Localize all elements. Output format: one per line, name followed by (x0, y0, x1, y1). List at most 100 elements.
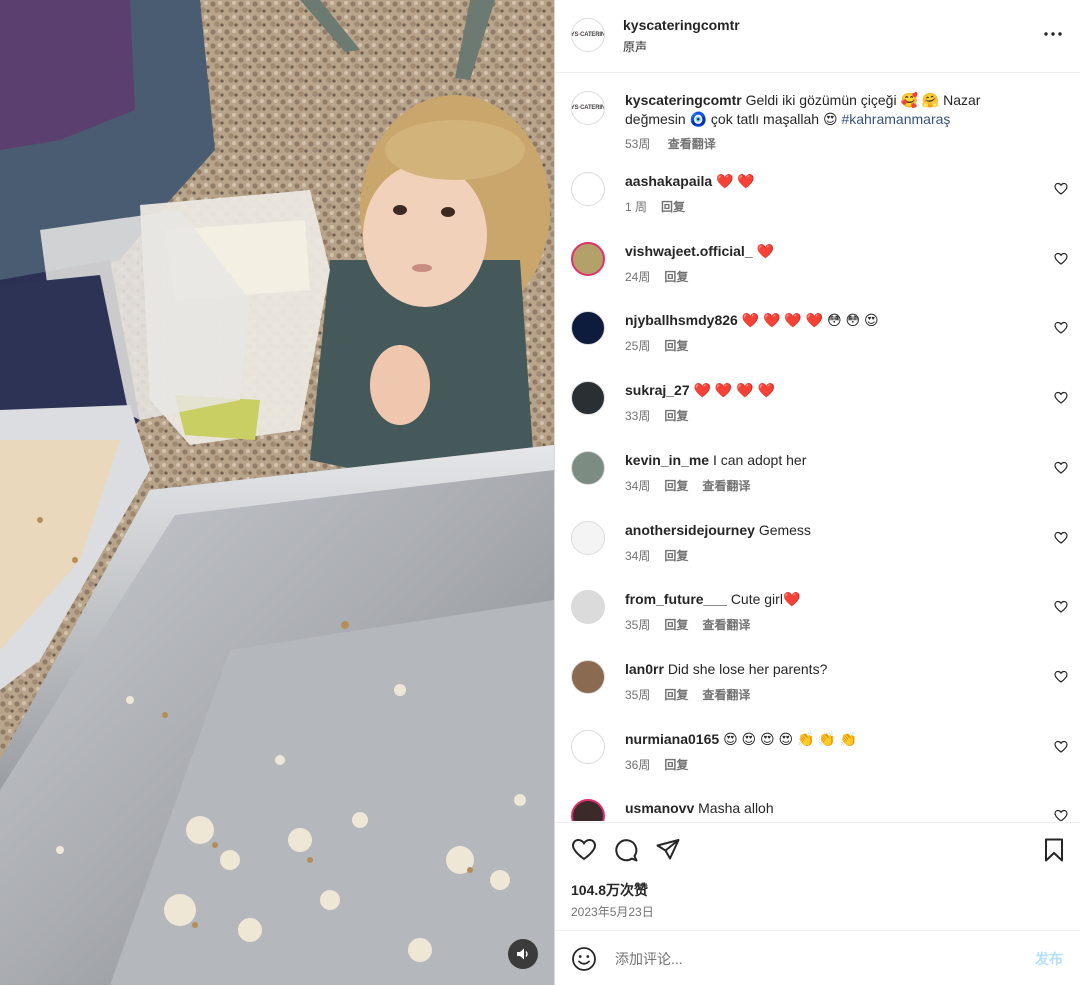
commenter-avatar[interactable] (571, 659, 605, 694)
comment-time[interactable]: 35周 (625, 688, 650, 702)
hashtag-link[interactable]: #kahramanmaraş (841, 111, 950, 127)
reply-link[interactable]: 回复 (664, 758, 688, 772)
commenter-avatar[interactable] (571, 311, 605, 346)
reply-link[interactable]: 回复 (664, 270, 688, 284)
like-heart-icon[interactable] (571, 837, 597, 863)
author-avatar[interactable]: KYS·CATERING (571, 18, 605, 52)
original-audio-link[interactable]: 原声 (623, 38, 647, 55)
post-video[interactable] (0, 0, 554, 985)
comment-username[interactable]: sukraj_27 (625, 382, 690, 398)
comment-username[interactable]: njyballhsmdy826 (625, 312, 738, 328)
comment-like-heart-icon[interactable] (1054, 391, 1068, 405)
comment-meta: 35周 回复 查看翻译 (625, 686, 764, 703)
comment-text: aashakapaila ❤️ ❤️ (625, 172, 1025, 191)
post-date: 2023年5月23日 (571, 905, 654, 919)
reply-link[interactable]: 回复 (664, 409, 688, 423)
post-detail-panel: KYS·CATERING kyscateringcomtr 原声 KYS·CAT… (554, 0, 1080, 985)
reply-link[interactable]: 回复 (664, 549, 688, 563)
comment-row: vishwajeet.official_ ❤️ 24周 回复 (571, 241, 1068, 302)
emoji-smiley-icon[interactable] (571, 946, 597, 972)
comment-time[interactable]: 35周 (625, 618, 650, 632)
translate-link[interactable]: 查看翻译 (702, 618, 750, 632)
comment-bubble-icon[interactable] (613, 837, 639, 863)
comment-row: nurmiana0165 😍 😍 😍 😍 👏 👏 👏 36周 回复 (571, 729, 1068, 790)
comment-input[interactable] (613, 943, 1007, 975)
translate-link[interactable]: 查看翻译 (702, 479, 750, 493)
comment-meta: 1 周回复 (625, 198, 699, 215)
reply-link[interactable]: 回复 (664, 688, 688, 702)
comment-time[interactable]: 25周 (625, 339, 650, 353)
reply-link[interactable]: 回复 (664, 618, 688, 632)
kys-logo-icon: KYS·CATERING (571, 32, 605, 38)
more-options-icon[interactable] (1043, 24, 1063, 44)
comment-username[interactable]: from_future___ (625, 591, 727, 607)
comment-body: ❤️ ❤️ ❤️ ❤️ 😳 😳 😍 (741, 312, 879, 329)
audio-mute-button[interactable] (508, 939, 538, 969)
comment-row: aashakapaila ❤️ ❤️ 1 周回复 (571, 172, 1068, 232)
comment-username[interactable]: usmanovv (625, 800, 694, 816)
commenter-avatar[interactable] (571, 381, 605, 416)
comment-composer: 发布 (555, 930, 1080, 986)
comment-like-heart-icon[interactable] (1054, 252, 1068, 266)
caption-username[interactable]: kyscateringcomtr (625, 92, 742, 108)
caption-meta: 53周 查看翻译 (625, 135, 730, 152)
reply-link[interactable]: 回复 (664, 339, 688, 353)
post-header: KYS·CATERING kyscateringcomtr 原声 (555, 0, 1080, 73)
comment-username[interactable]: aashakapaila (625, 173, 712, 189)
comment-body: 😍 😍 😍 😍 👏 👏 👏 (723, 730, 858, 747)
commenter-avatar[interactable] (571, 450, 605, 485)
caption-text: kyscateringcomtr Geldi iki gözümün çiçeğ… (625, 91, 1025, 129)
comment-body: Gemess (758, 521, 811, 538)
comment-time[interactable]: 33周 (625, 409, 650, 423)
caption-author-avatar[interactable]: KYS·CATERING (571, 91, 605, 125)
comment-like-heart-icon[interactable] (1054, 809, 1068, 821)
comment-like-heart-icon[interactable] (1054, 740, 1068, 754)
comment-like-heart-icon[interactable] (1054, 182, 1068, 196)
comment-meta: 34周 回复 查看翻译 (625, 477, 764, 494)
commenter-avatar[interactable] (571, 799, 605, 821)
comments-list[interactable]: KYS·CATERING kyscateringcomtr Geldi iki … (555, 73, 1080, 821)
comment-like-heart-icon[interactable] (1054, 600, 1068, 614)
comment-username[interactable]: anothersidejourney (625, 522, 755, 538)
comment-username[interactable]: vishwajeet.official_ (625, 243, 753, 259)
commenter-avatar[interactable] (571, 590, 605, 625)
comment-like-heart-icon[interactable] (1054, 531, 1068, 545)
speaker-icon (517, 948, 528, 960)
translate-link[interactable]: 查看翻译 (702, 688, 750, 702)
author-username[interactable]: kyscateringcomtr (623, 17, 740, 33)
commenter-avatar[interactable] (571, 729, 605, 764)
caption-time[interactable]: 53周 (625, 137, 650, 151)
comment-time[interactable]: 36周 (625, 758, 650, 772)
reply-link[interactable]: 回复 (664, 479, 688, 493)
comment-like-heart-icon[interactable] (1054, 321, 1068, 335)
comment-time[interactable]: 1 周 (625, 200, 647, 214)
comment-time[interactable]: 34周 (625, 479, 650, 493)
share-send-icon[interactable] (655, 837, 681, 863)
comment-body: ❤️ ❤️ ❤️ ❤️ (693, 382, 775, 399)
comment-text: anothersidejourney Gemess (625, 521, 1025, 540)
caption-translate-link[interactable]: 查看翻译 (668, 137, 716, 151)
comment-username[interactable]: nurmiana0165 (625, 731, 719, 747)
comment-time[interactable]: 34周 (625, 549, 650, 563)
comment-username[interactable]: kevin_in_me (625, 452, 709, 468)
comment-body: ❤️ (756, 242, 774, 259)
post-actions: 104.8万次赞 2023年5月23日 (555, 822, 1080, 931)
comment-body: I can adopt her (712, 451, 807, 468)
save-bookmark-icon[interactable] (1041, 837, 1067, 863)
comment-body: Masha alloh (698, 800, 774, 817)
likes-count[interactable]: 104.8万次赞 (571, 880, 648, 900)
comment-body: Cute girl❤️ (730, 591, 801, 608)
commenter-avatar[interactable] (571, 241, 605, 276)
comment-row: from_future___ Cute girl❤️ 35周 回复 查看翻译 (571, 590, 1068, 650)
comment-like-heart-icon[interactable] (1054, 670, 1068, 684)
commenter-avatar[interactable] (571, 172, 605, 206)
comment-text: lan0rr Did she lose her parents? (625, 660, 1025, 679)
comment-text: vishwajeet.official_ ❤️ (625, 242, 1025, 261)
reply-link[interactable]: 回复 (661, 200, 685, 214)
post-comment-button[interactable]: 发布 (1035, 949, 1063, 969)
comment-time[interactable]: 24周 (625, 270, 650, 284)
comment-username[interactable]: lan0rr (625, 661, 664, 677)
commenter-avatar[interactable] (571, 520, 605, 555)
comment-like-heart-icon[interactable] (1054, 461, 1068, 475)
comment-text: usmanovv Masha alloh (625, 799, 1025, 818)
